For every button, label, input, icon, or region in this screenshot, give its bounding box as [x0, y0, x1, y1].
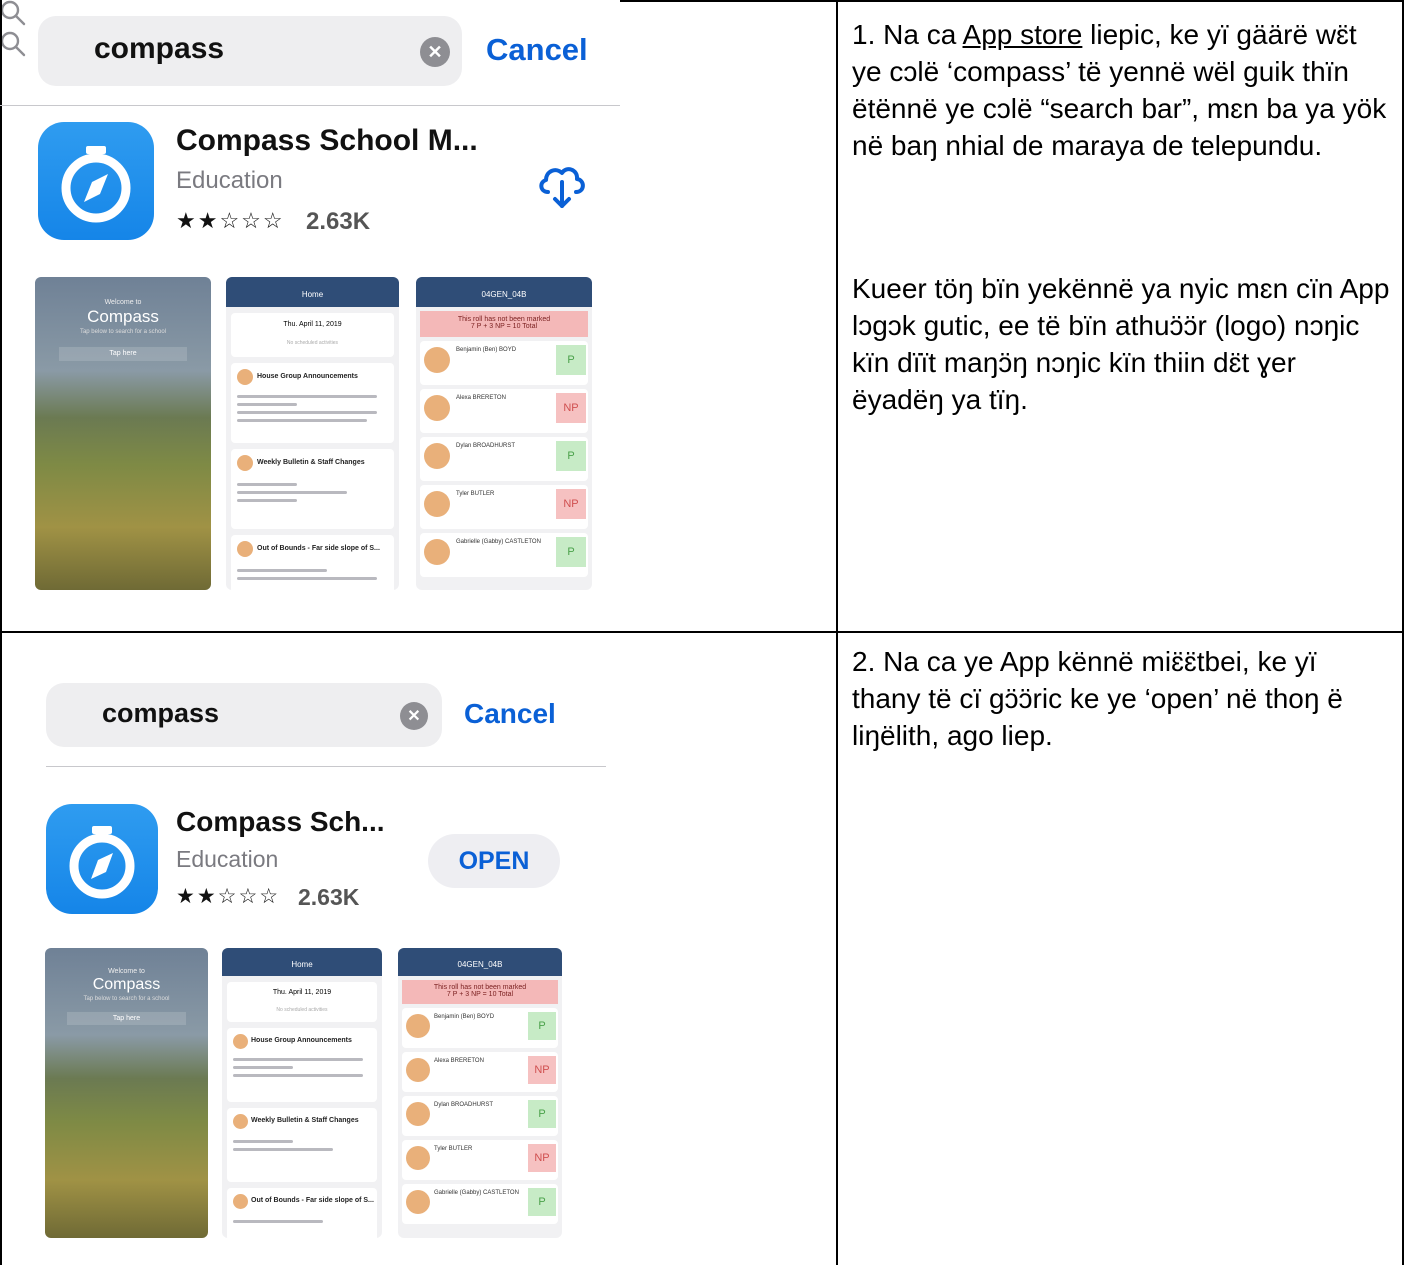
- preview-welcome: Welcome to Compass Tap below to search f…: [35, 277, 211, 590]
- preview-roll: 04GEN_04B This roll has not been marked …: [416, 277, 592, 590]
- compass-logo-icon: [69, 826, 135, 899]
- search-input-text[interactable]: compass: [102, 698, 219, 729]
- step-2-instruction: 2. Na ca ye App kënnë miɛ̈ɛ̈tbei, ke yï …: [852, 646, 1343, 751]
- roll-alert: This roll has not been marked 7 P + 3 NP…: [420, 311, 588, 337]
- document-table: compass ✕ Cancel Compass School M... Edu…: [0, 0, 1404, 1265]
- compass-logo-icon: [61, 146, 131, 223]
- preview-welcome: Welcome to Compass Tap below to search f…: [45, 948, 208, 1238]
- announcement-card-2: Weekly Bulletin & Staff Changes: [231, 449, 394, 529]
- app-name[interactable]: Compass Sch...: [176, 806, 385, 838]
- announcement-card-1: House Group Announcements: [231, 363, 394, 443]
- search-input-text[interactable]: compass: [94, 32, 224, 66]
- tap-here-button: Tap here: [59, 347, 187, 361]
- cloud-download-icon[interactable]: [536, 162, 588, 210]
- roll-header: 04GEN_04B: [416, 277, 592, 307]
- welcome-small: Welcome to: [104, 299, 142, 306]
- compass-app-icon[interactable]: [38, 122, 154, 240]
- date-card: Thu. April 11, 2019 No scheduled activit…: [231, 313, 394, 357]
- rating-count: 2.63K: [298, 884, 360, 910]
- app-category: Education: [176, 846, 279, 872]
- announcement-card-3: Out of Bounds - Far side slope of S...: [231, 535, 394, 590]
- rating-count: 2.63K: [306, 208, 371, 235]
- search-icon: [0, 0, 26, 26]
- clear-search-icon[interactable]: ✕: [420, 37, 450, 67]
- app-store-link: App store: [962, 19, 1083, 50]
- welcome-sub: Tap below to search for a school: [79, 329, 167, 335]
- home-header: Home: [226, 277, 399, 307]
- open-button[interactable]: OPEN: [428, 834, 560, 888]
- app-name[interactable]: Compass School M...: [176, 124, 478, 158]
- preview-home: Home Thu. April 11, 2019 No scheduled ac…: [226, 277, 399, 590]
- compass-app-icon[interactable]: [46, 804, 158, 914]
- search-icon: [0, 31, 26, 57]
- table-row-divider: [0, 631, 1404, 633]
- step-1-instruction: 1. Na ca App store liepic, ke yï gäärë w…: [852, 19, 1387, 161]
- search-separator: [0, 105, 620, 106]
- cancel-button[interactable]: Cancel: [486, 32, 588, 68]
- rating-stars: ★★☆☆☆: [176, 208, 285, 233]
- welcome-big: Compass: [87, 307, 159, 326]
- preview-roll: 04GEN_04B This roll has not been marked …: [398, 948, 562, 1238]
- table-border-top: [620, 0, 1404, 2]
- rating-stars: ★★☆☆☆: [176, 885, 281, 908]
- app-category: Education: [176, 167, 283, 194]
- clear-search-icon[interactable]: ✕: [400, 702, 428, 730]
- cancel-button[interactable]: Cancel: [464, 698, 556, 730]
- step-1-instruction-extra: Kueer töŋ bïn yekënnë ya nyic mɛn cïn Ap…: [852, 273, 1390, 415]
- search-separator: [46, 766, 606, 767]
- preview-home: Home Thu. April 11, 2019 No scheduled ac…: [222, 948, 382, 1238]
